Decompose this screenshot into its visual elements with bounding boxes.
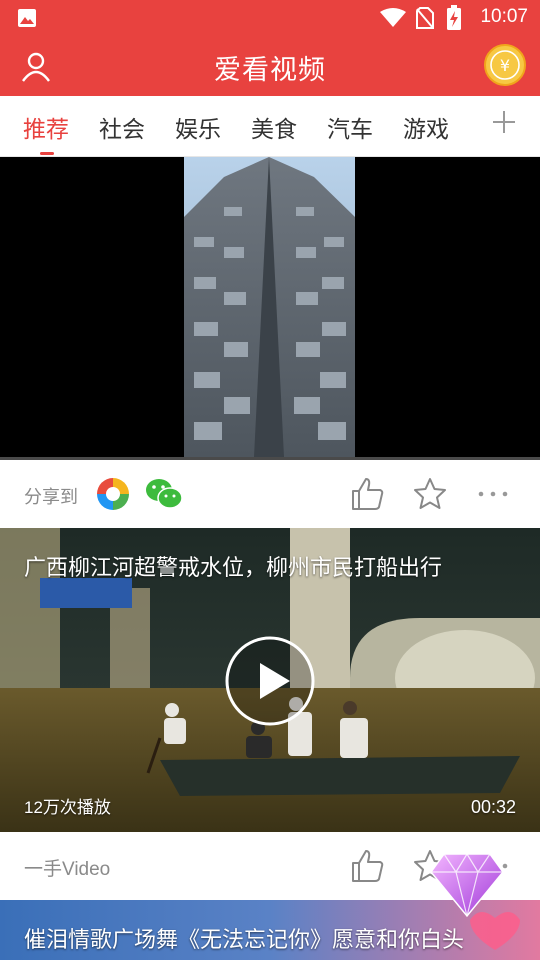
video-source[interactable]: 一手Video (24, 854, 110, 881)
tab-entertainment[interactable]: 娱乐 (175, 110, 221, 144)
status-time: 10:07 (480, 6, 528, 27)
active-tab-indicator (40, 152, 54, 155)
tab-games[interactable]: 游戏 (403, 110, 449, 144)
like-icon[interactable] (351, 477, 385, 511)
video-thumbnail (184, 157, 355, 457)
share-bar: 分享到 (0, 460, 540, 528)
video-player[interactable] (0, 157, 540, 457)
svg-text:¥: ¥ (500, 56, 510, 75)
video-duration: 00:32 (470, 797, 516, 817)
tab-recommend[interactable]: 推荐 (23, 110, 69, 144)
like-icon[interactable] (351, 849, 385, 883)
app-title: 爱看视频 (214, 55, 326, 86)
diamond-icon[interactable] (430, 852, 504, 918)
image-icon (18, 9, 36, 27)
coin-icon[interactable]: ¥ (484, 44, 526, 86)
video-card[interactable]: 广西柳江河超警戒水位，柳州市民打船出行 12万次播放 00:32 (0, 528, 540, 832)
wifi-icon (380, 8, 406, 27)
play-icon[interactable] (224, 635, 316, 727)
tab-food[interactable]: 美食 (251, 110, 297, 144)
play-count: 12万次播放 (24, 798, 111, 817)
video-title[interactable]: 催泪情歌广场舞《无法忘记你》愿意和你白头 (24, 922, 520, 954)
plus-icon[interactable] (492, 110, 516, 134)
battery-icon (447, 5, 461, 30)
share-label: 分享到 (24, 487, 78, 508)
more-icon[interactable] (477, 490, 509, 498)
photos-share-icon[interactable] (96, 477, 130, 511)
favorite-star-icon[interactable] (413, 477, 447, 511)
app-bar: 爱看视频 ¥ (0, 36, 540, 96)
category-tabs: 推荐 社会 娱乐 美食 汽车 游戏 (0, 96, 540, 157)
tab-society[interactable]: 社会 (99, 110, 145, 144)
video-title[interactable]: 广西柳江河超警戒水位，柳州市民打船出行 (24, 550, 520, 582)
wechat-icon[interactable] (145, 477, 183, 511)
no-sim-icon (416, 7, 434, 29)
tab-cars[interactable]: 汽车 (327, 110, 373, 144)
status-bar: 10:07 (0, 0, 540, 36)
